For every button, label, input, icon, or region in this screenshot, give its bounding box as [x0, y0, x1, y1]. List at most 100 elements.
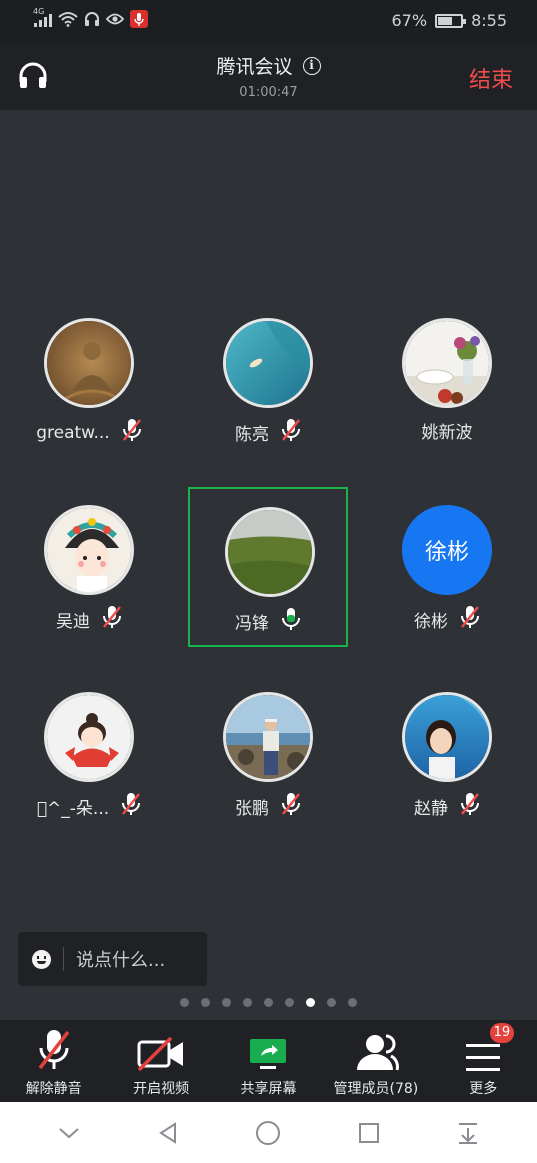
mic-recording-icon [130, 10, 148, 28]
participant-name-row: 赵静 [367, 792, 527, 821]
participant-tile[interactable]: greatw... [9, 300, 169, 460]
members-icon [356, 1034, 399, 1071]
page-dot[interactable] [285, 998, 294, 1007]
menu-icon [466, 1044, 501, 1071]
system-nav-bar [0, 1102, 537, 1163]
participant-tile[interactable]: 徐彬 徐彬 [367, 487, 527, 647]
participant-tile[interactable]:  ^_-朵... [9, 674, 169, 834]
page-dot[interactable] [180, 998, 189, 1007]
participant-name:  ^_-朵... [36, 799, 110, 819]
page-dot[interactable] [327, 998, 336, 1007]
mic-muted-icon [103, 606, 121, 628]
status-icons-left: 4G [33, 7, 148, 28]
recents-icon[interactable] [357, 1121, 381, 1145]
participant-name: 姚新波 [421, 423, 473, 443]
page-indicator [0, 998, 537, 1007]
chat-placeholder: 说点什么... [76, 950, 166, 971]
mic-active-icon [282, 608, 300, 630]
participant-name: 陈亮 [235, 425, 269, 445]
info-icon[interactable]: i [302, 56, 321, 75]
mic-status [121, 792, 141, 821]
mic-status [281, 607, 301, 636]
participant-name: 赵静 [414, 799, 448, 819]
battery-percent: 67% [391, 11, 428, 30]
unmute-button[interactable]: 解除静音 [0, 1020, 107, 1102]
cell-signal-icon: 4G [33, 7, 52, 27]
page-dot[interactable] [222, 998, 231, 1007]
manage-members-button[interactable]: 管理成员(78) [322, 1020, 429, 1102]
mic-muted-icon [282, 419, 300, 441]
page-dot[interactable] [306, 998, 315, 1007]
clock: 8:55 [471, 11, 507, 30]
meeting-title[interactable]: 腾讯会议 i [216, 52, 321, 79]
mic-muted-icon [461, 793, 479, 815]
avatar [44, 318, 134, 408]
notification-badge: 19 [489, 1023, 515, 1043]
chevron-down-icon[interactable] [58, 1126, 80, 1140]
participant-name: 冯锋 [235, 614, 269, 634]
page-dot[interactable] [243, 998, 252, 1007]
start-video-button[interactable]: 开启视频 [107, 1020, 214, 1102]
avatar: 徐彬 [402, 505, 492, 595]
end-meeting-button[interactable]: 结束 [469, 62, 513, 94]
participant-name-row:  ^_-朵... [9, 792, 169, 821]
mic-status [122, 418, 142, 447]
battery-icon [435, 13, 467, 28]
mic-muted-icon [461, 606, 479, 628]
start-video-label: 开启视频 [133, 1081, 190, 1097]
participant-tile[interactable]: 吴迪 [9, 487, 169, 647]
participant-name-row: 吴迪 [9, 605, 169, 634]
status-icons-right: 67% 8:55 [392, 11, 508, 30]
eye-icon [106, 13, 124, 25]
mic-muted-icon [38, 1030, 70, 1070]
more-button[interactable]: 19 更多 [430, 1020, 537, 1102]
headphone-status-icon [85, 12, 99, 26]
share-screen-button[interactable]: 共享屏幕 [215, 1020, 322, 1102]
divider [63, 947, 64, 971]
page-dot[interactable] [264, 998, 273, 1007]
page-dot[interactable] [201, 998, 210, 1007]
avatar [223, 318, 313, 408]
mic-muted-icon [282, 793, 300, 815]
mic-muted-icon [122, 793, 141, 815]
participant-name: greatw... [36, 422, 110, 443]
home-icon[interactable] [255, 1120, 281, 1146]
participant-tile[interactable]: 张鹏 [188, 674, 348, 834]
participant-tile[interactable]: 姚新波 [367, 300, 527, 460]
participant-tile[interactable]: 冯锋 [188, 487, 348, 647]
mic-status [460, 792, 480, 821]
avatar [223, 692, 313, 782]
title-block: 腾讯会议 i 01:00:47 [0, 52, 537, 100]
meeting-header: 腾讯会议 i 01:00:47 结束 [0, 44, 537, 110]
avatar-initials: 徐彬 [424, 540, 469, 565]
mic-status [460, 605, 480, 634]
share-screen-icon [250, 1039, 287, 1069]
share-screen-label: 共享屏幕 [240, 1081, 297, 1097]
participant-name: 徐彬 [414, 612, 448, 632]
participant-name-row: 姚新波 [367, 418, 527, 443]
participant-name-row: 张鹏 [188, 792, 348, 821]
mic-muted-icon [122, 419, 141, 441]
participant-name: 张鹏 [235, 799, 269, 819]
avatar [44, 692, 134, 782]
meeting-toolbar: 解除静音 开启视频 共享屏幕 管理成员(78) 19 更多 [0, 1020, 537, 1102]
mic-status [102, 605, 122, 634]
emoji-icon[interactable] [32, 949, 51, 969]
status-bar: 4G 67% 8:55 [0, 0, 537, 44]
participant-name-row: greatw... [9, 418, 169, 447]
participant-tile[interactable]: 陈亮 [188, 300, 348, 460]
meeting-timer: 01:00:47 [239, 85, 298, 100]
avatar [44, 505, 134, 595]
avatar [402, 318, 492, 408]
participant-tile[interactable]: 赵静 [367, 674, 527, 834]
back-icon[interactable] [156, 1121, 180, 1145]
chat-input[interactable]: 说点什么... [18, 932, 207, 986]
participant-name-row: 陈亮 [188, 418, 348, 447]
notification-pull-icon[interactable] [457, 1121, 479, 1145]
participant-name-row: 冯锋 [190, 607, 346, 636]
unmute-label: 解除静音 [25, 1081, 82, 1097]
avatar [225, 507, 315, 597]
page-dot[interactable] [348, 998, 357, 1007]
mic-status [281, 418, 301, 447]
mic-status [281, 792, 301, 821]
